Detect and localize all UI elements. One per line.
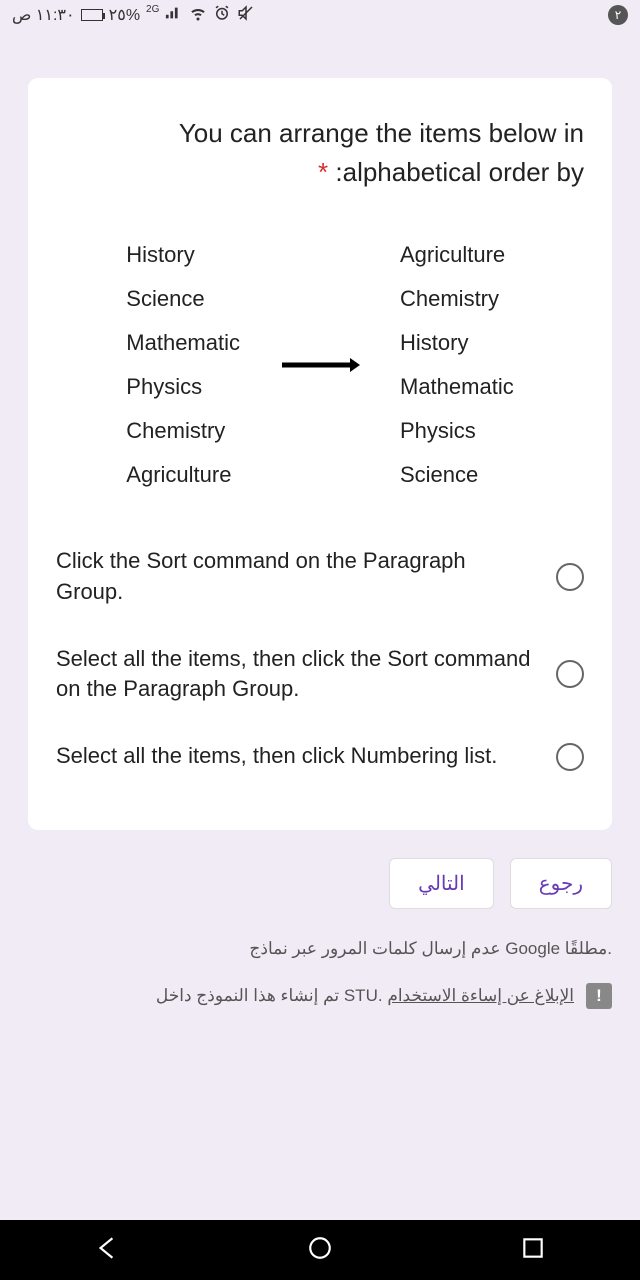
alarm-icon [213, 4, 231, 27]
required-asterisk: * [318, 157, 328, 187]
list-item: Physics [400, 418, 514, 444]
status-time: ١١:٣٠ ص [12, 5, 75, 25]
mute-icon [237, 4, 255, 27]
radio-icon[interactable] [556, 660, 584, 688]
example-left-column: History Science Mathematic Physics Chemi… [126, 242, 240, 488]
network-label: 2G [146, 4, 159, 15]
arrow-icon [280, 355, 360, 375]
status-left: ١١:٣٠ ص ٢٥% 2G [12, 4, 255, 27]
option-text: Select all the items, then click Numberi… [56, 741, 536, 772]
nav-buttons: التالي رجوع [0, 858, 612, 909]
list-item: Mathematic [126, 330, 240, 356]
battery-icon [81, 9, 103, 21]
nav-home-icon[interactable] [307, 1235, 333, 1266]
list-item: Mathematic [400, 374, 514, 400]
option-2[interactable]: Select all the items, then click the Sor… [56, 626, 584, 724]
list-item: Science [400, 462, 514, 488]
option-text: Select all the items, then click the Sor… [56, 644, 536, 706]
nav-back-icon[interactable] [94, 1235, 120, 1266]
question-card: You can arrange the items below in * :al… [28, 78, 612, 830]
info-icon: ! [586, 983, 612, 1009]
password-note: عدم إرسال كلمات المرور عبر نماذج Google … [28, 939, 612, 959]
status-battery: ٢٥% [109, 5, 140, 25]
option-1[interactable]: Click the Sort command on the Paragraph … [56, 528, 584, 626]
list-item: Agriculture [400, 242, 514, 268]
question-title: You can arrange the items below in * :al… [56, 114, 584, 192]
status-right: ٢ [608, 5, 628, 25]
radio-icon[interactable] [556, 743, 584, 771]
notification-badge: ٢ [608, 5, 628, 25]
list-item: Physics [126, 374, 240, 400]
report-link[interactable]: الإبلاغ عن إساءة الاستخدام [387, 986, 574, 1005]
signal-icon [165, 6, 183, 25]
back-button[interactable]: رجوع [510, 858, 612, 909]
options-group: Click the Sort command on the Paragraph … [56, 528, 584, 790]
wifi-icon [189, 4, 207, 27]
list-item: Science [126, 286, 240, 312]
list-item: Chemistry [126, 418, 240, 444]
example-block: History Science Mathematic Physics Chemi… [56, 242, 584, 488]
question-line2: :alphabetical order by [335, 157, 584, 187]
list-item: History [126, 242, 240, 268]
list-item: Chemistry [400, 286, 514, 312]
status-bar: ١١:٣٠ ص ٢٥% 2G ٢ [0, 0, 640, 30]
list-item: History [400, 330, 514, 356]
report-row: تم إنشاء هذا النموذج داخل STU. الإبلاغ ع… [28, 983, 612, 1009]
next-button[interactable]: التالي [389, 858, 494, 909]
android-nav-bar [0, 1220, 640, 1280]
option-3[interactable]: Select all the items, then click Numberi… [56, 723, 584, 790]
report-text: تم إنشاء هذا النموذج داخل STU. الإبلاغ ع… [156, 986, 574, 1006]
radio-icon[interactable] [556, 563, 584, 591]
question-line1: You can arrange the items below in [179, 118, 584, 148]
nav-recent-icon[interactable] [520, 1235, 546, 1266]
list-item: Agriculture [126, 462, 240, 488]
option-text: Click the Sort command on the Paragraph … [56, 546, 536, 608]
example-right-column: Agriculture Chemistry History Mathematic… [400, 242, 514, 488]
